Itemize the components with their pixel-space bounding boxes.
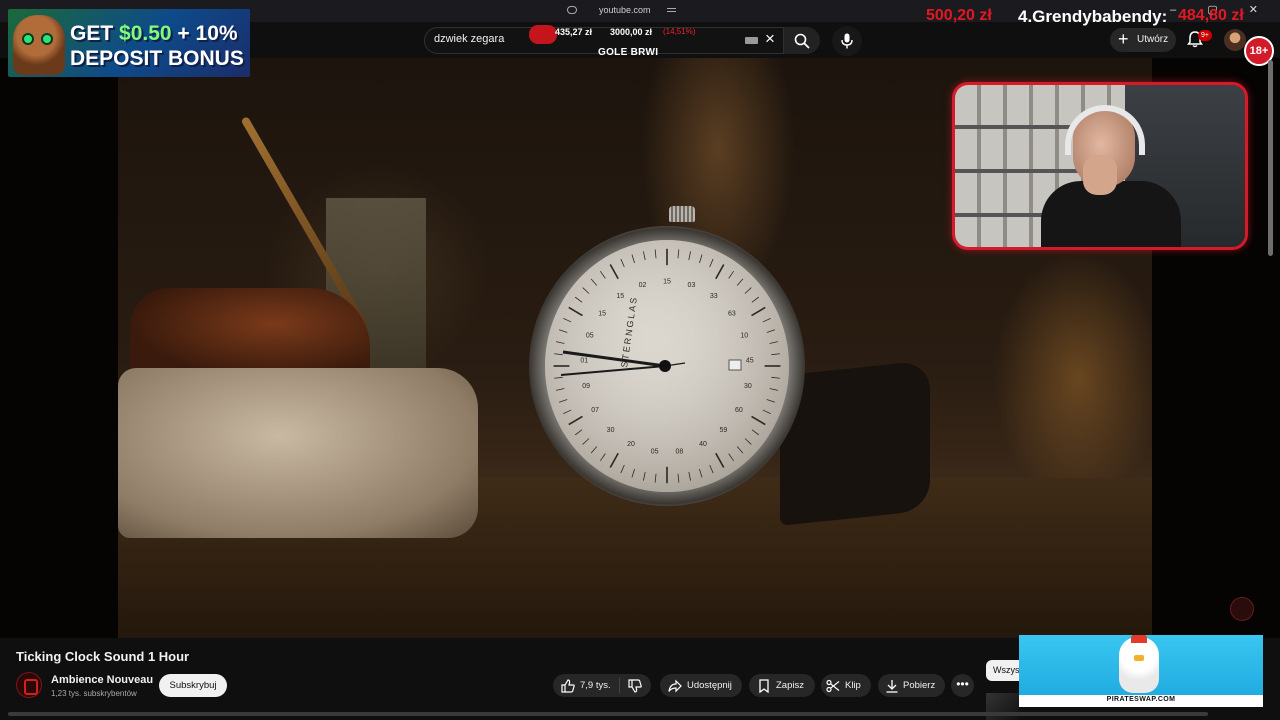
thumbs-down-icon[interactable] [628, 679, 642, 693]
search-query-text[interactable]: dzwiek zegara [434, 33, 504, 45]
mascot-eye-left [22, 33, 34, 45]
page-scrollbar[interactable] [1268, 60, 1273, 256]
plus-icon: + [1118, 29, 1129, 49]
stream-caption: GOLE BRWI [598, 47, 659, 58]
sponsor-ad[interactable]: PIRATESWAP.COM [1019, 635, 1263, 707]
stream-ticker: 435,27 zł 3000,00 zł (14,51%) [529, 25, 739, 44]
watch-crown [669, 206, 695, 222]
promo-amount: $0.50 [119, 22, 172, 45]
bookmark-icon [759, 679, 769, 693]
thumbs-up-icon[interactable] [561, 679, 575, 693]
honey-jar [130, 288, 370, 378]
site-info-icon[interactable] [567, 6, 577, 14]
ticker-value-a: 435,27 zł [555, 27, 593, 37]
channel-avatar[interactable] [16, 672, 42, 698]
dial-numeral: 40 [699, 441, 707, 448]
dial-numeral: 07 [591, 407, 599, 414]
account-avatar[interactable] [1224, 29, 1246, 51]
like-dislike-group: 7,9 tys. [553, 674, 651, 697]
like-divider [619, 678, 620, 693]
voice-search-button[interactable] [832, 26, 862, 56]
subscribe-button[interactable]: Subskrybuj [159, 674, 227, 697]
clear-search-icon[interactable]: × [762, 30, 778, 48]
ad-text: PIRATESWAP.COM [1106, 696, 1176, 703]
streamer-facecam [952, 82, 1248, 250]
share-label: Udostępnij [687, 680, 732, 691]
leaderboard-amount-left: 500,20 zł [926, 7, 992, 24]
clip-label: Klip [845, 680, 861, 691]
dial-numeral: 05 [651, 449, 659, 456]
dial-numeral: 30 [607, 427, 615, 434]
dial-numeral: 05 [586, 333, 594, 340]
ticker-dot [529, 25, 557, 44]
horizontal-scrollbar[interactable] [8, 712, 1208, 716]
dial-numeral: 15 [663, 278, 671, 285]
watch-dial: 15 03 33 63 10 45 30 60 59 40 08 05 20 30 07 09 01 05 15 15… [545, 240, 789, 492]
dial-numeral: 30 [744, 383, 752, 390]
dial-numeral: 08 [675, 449, 683, 456]
more-actions-button[interactable]: ••• [951, 674, 974, 697]
dial-numeral: 15 [598, 311, 606, 318]
date-window [728, 359, 742, 371]
share-icon [668, 679, 682, 693]
dial-numeral: 59 [720, 427, 728, 434]
dial-numeral: 03 [688, 282, 696, 289]
like-count[interactable]: 7,9 tys. [580, 680, 611, 691]
search-button[interactable] [784, 27, 820, 54]
ticker-percent: (14,51%) [663, 27, 696, 36]
url-text[interactable]: youtube.com [599, 5, 651, 15]
ad-mascot-bird [1119, 635, 1159, 693]
channel-name[interactable]: Ambience Nouveau [51, 674, 153, 686]
mascot-eye-right [41, 33, 53, 45]
dial-numeral: 45 [746, 358, 754, 365]
subscriber-count: 1,23 tys. subskrybentów [51, 689, 137, 698]
dial-numeral: 15 [616, 293, 624, 300]
promo-headline: GET $0.50 + 10% [70, 22, 238, 46]
save-button[interactable]: Zapisz [749, 674, 815, 697]
ticker-value-b: 3000,00 zł [610, 27, 653, 37]
channel-watermark-icon[interactable] [1230, 597, 1254, 621]
save-label: Zapisz [776, 680, 804, 691]
share-button[interactable]: Udostępnij [660, 674, 742, 697]
mascot-image [13, 15, 65, 75]
streamer-hand [1083, 155, 1117, 195]
dial-numeral: 02 [639, 282, 647, 289]
promo-banner[interactable]: GET $0.50 + 10% DEPOSIT BONUS [8, 9, 250, 77]
promo-subline: DEPOSIT BONUS [70, 47, 244, 70]
microphone-icon [841, 33, 853, 49]
dial-numeral: 01 [580, 358, 588, 365]
download-label: Pobierz [903, 680, 936, 691]
download-button[interactable]: Pobierz [878, 674, 945, 697]
dial-numeral: 10 [740, 333, 748, 340]
dial-numeral: 33 [710, 293, 718, 300]
dial-numeral: 09 [582, 383, 590, 390]
dial-numeral: 63 [728, 311, 736, 318]
dial-numeral: 20 [627, 441, 635, 448]
promo-suffix: + 10% [171, 22, 238, 45]
leaderboard-entry-amount: 484,80 zł [1178, 7, 1244, 24]
scissors-icon [826, 679, 840, 693]
notification-count-badge: 9+ [1198, 30, 1212, 41]
search-icon [794, 33, 810, 49]
clip-button[interactable]: Klip [821, 674, 871, 697]
dial-numeral: 60 [735, 407, 743, 414]
hand-pivot [659, 360, 671, 372]
create-label: Utwórz [1137, 34, 1169, 45]
download-icon [886, 680, 898, 693]
create-button[interactable]: + Utwórz [1110, 28, 1176, 52]
stone-block [118, 368, 478, 538]
keyboard-icon[interactable] [745, 37, 758, 44]
leaderboard-entry-name: 4.Grendybabendy: [1018, 7, 1168, 26]
youtube-page: youtube.com – ▢ ✕ dzwiek zegara × + Utwó… [0, 0, 1280, 720]
promo-prefix: GET [70, 22, 120, 45]
tune-icon[interactable] [667, 6, 676, 14]
video-title: Ticking Clock Sound 1 Hour [16, 649, 190, 664]
